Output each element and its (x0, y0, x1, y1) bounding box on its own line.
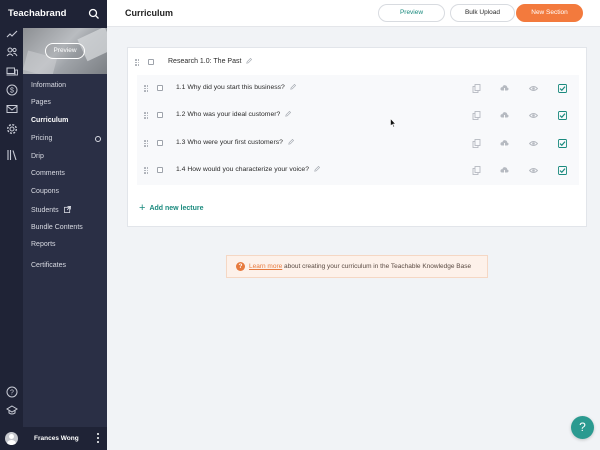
lecture-title-text: 1.1 Why did you start this business? (176, 84, 285, 91)
section-title[interactable]: Research 1.0: The Past (168, 57, 253, 65)
search-icon[interactable] (88, 7, 100, 19)
user-bar: Frances Wong (0, 427, 107, 450)
sidebar-item-curriculum[interactable]: Curriculum (31, 117, 68, 124)
lecture-title[interactable]: 1.3 Who were your first customers? (176, 138, 294, 146)
copy-icon[interactable] (472, 84, 481, 93)
copy-icon[interactable] (472, 139, 481, 148)
drag-handle-icon[interactable] (135, 59, 139, 66)
section-title-text: Research 1.0: The Past (168, 58, 242, 65)
pricing-status-dot (95, 136, 101, 142)
lecture-title-text: 1.3 Who were your first customers? (176, 139, 283, 146)
sidebar-item-drip[interactable]: Drip (31, 153, 44, 160)
sidebar: Teachabrand $ ? Preview Information Page… (0, 0, 107, 450)
drag-handle-icon[interactable] (144, 85, 148, 92)
new-section-button[interactable]: New Section (516, 4, 583, 22)
download-cloud-icon[interactable] (500, 166, 509, 175)
lecture-title-text: 1.4 How would you characterize your voic… (176, 166, 309, 173)
brand-name: Teachabrand (8, 8, 67, 19)
sidebar-item-certificates[interactable]: Certificates (31, 262, 66, 269)
eye-icon[interactable] (529, 84, 538, 93)
drag-handle-icon[interactable] (144, 140, 148, 147)
add-lecture-label: Add new lecture (149, 205, 204, 212)
download-cloud-icon[interactable] (500, 139, 509, 148)
section-checkbox[interactable] (148, 59, 154, 65)
preview-button[interactable]: Preview (378, 4, 445, 22)
mouse-cursor-icon (390, 115, 397, 128)
sidebar-item-information[interactable]: Information (31, 82, 66, 89)
section-card: Research 1.0: The Past 1.1 Why did you s… (127, 47, 587, 227)
sidebar-item-pricing[interactable]: Pricing (31, 135, 52, 142)
user-name: Frances Wong (34, 435, 79, 442)
pencil-icon[interactable] (285, 110, 292, 117)
copy-icon[interactable] (472, 111, 481, 120)
copy-icon[interactable] (472, 166, 481, 175)
lecture-row[interactable]: 1.1 Why did you start this business? (137, 75, 579, 101)
lecture-row[interactable]: 1.3 Who were your first customers? (137, 130, 579, 156)
icon-rail: $ ? (0, 28, 23, 450)
preview-course-button[interactable]: Preview (45, 43, 85, 59)
lecture-row[interactable]: 1.2 Who was your ideal customer? (137, 102, 579, 128)
page-header: Curriculum Preview Bulk Upload New Secti… (107, 0, 600, 27)
drag-handle-icon[interactable] (144, 167, 148, 174)
lecture-title[interactable]: 1.2 Who was your ideal customer? (176, 110, 292, 118)
banner-text: about creating your curriculum in the Te… (282, 263, 472, 270)
sidebar-item-reports[interactable]: Reports (31, 241, 56, 248)
avatar[interactable] (5, 432, 18, 445)
lecture-title[interactable]: 1.1 Why did you start this business? (176, 83, 296, 91)
published-checkbox-icon[interactable] (558, 84, 567, 93)
dollar-icon[interactable]: $ (6, 84, 18, 96)
brand-bar: Teachabrand (0, 0, 107, 28)
download-cloud-icon[interactable] (500, 111, 509, 120)
published-checkbox-icon[interactable] (558, 139, 567, 148)
course-preview-image: Preview (23, 28, 107, 74)
sidebar-item-bundle-contents[interactable]: Bundle Contents (31, 224, 83, 231)
knowledge-base-banner: ? Learn more about creating your curricu… (226, 255, 488, 278)
pencil-icon[interactable] (288, 138, 294, 145)
lecture-checkbox[interactable] (157, 140, 163, 146)
lecture-checkbox[interactable] (157, 85, 163, 91)
trending-up-icon[interactable] (6, 28, 18, 40)
sidebar-item-coupons[interactable]: Coupons (31, 188, 59, 195)
lecture-title[interactable]: 1.4 How would you characterize your voic… (176, 165, 320, 173)
pencil-icon[interactable] (290, 83, 296, 90)
page-title: Curriculum (125, 8, 174, 18)
pencil-icon[interactable] (314, 165, 320, 172)
more-vertical-icon[interactable] (97, 433, 100, 444)
pencil-icon[interactable] (246, 57, 253, 64)
external-link-icon (63, 206, 71, 213)
svg-text:?: ? (10, 390, 14, 397)
drag-handle-icon[interactable] (144, 112, 148, 119)
help-chat-button[interactable]: ? (571, 416, 594, 439)
lecture-row[interactable]: 1.4 How would you characterize your voic… (137, 157, 579, 183)
published-checkbox-icon[interactable] (558, 166, 567, 175)
lecture-title-text: 1.2 Who was your ideal customer? (176, 111, 281, 118)
bulk-upload-button[interactable]: Bulk Upload (450, 4, 515, 22)
learn-more-link[interactable]: Learn more (249, 263, 282, 270)
svg-text:$: $ (10, 88, 14, 95)
lecture-checkbox[interactable] (157, 112, 163, 118)
eye-icon[interactable] (529, 166, 538, 175)
eye-icon[interactable] (529, 139, 538, 148)
plus-icon: + (139, 202, 146, 214)
lecture-checkbox[interactable] (157, 167, 163, 173)
sidebar-item-pages[interactable]: Pages (31, 99, 51, 106)
mail-icon[interactable] (6, 103, 18, 115)
sidebar-item-students[interactable]: Students (31, 206, 71, 214)
sidebar-item-comments[interactable]: Comments (31, 170, 65, 177)
eye-icon[interactable] (529, 111, 538, 120)
graduation-cap-icon[interactable] (6, 404, 18, 416)
gear-icon[interactable] (6, 123, 18, 135)
users-icon[interactable] (6, 46, 18, 58)
lecture-list: 1.1 Why did you start this business? 1.2… (137, 75, 579, 185)
sidebar-item-label: Students (31, 207, 59, 214)
help-circle-icon[interactable]: ? (6, 386, 18, 398)
question-icon: ? (236, 262, 245, 271)
published-checkbox-icon[interactable] (558, 111, 567, 120)
library-icon[interactable] (6, 149, 18, 161)
download-cloud-icon[interactable] (500, 84, 509, 93)
add-lecture-button[interactable]: + Add new lecture (139, 202, 204, 214)
devices-icon[interactable] (6, 66, 18, 78)
